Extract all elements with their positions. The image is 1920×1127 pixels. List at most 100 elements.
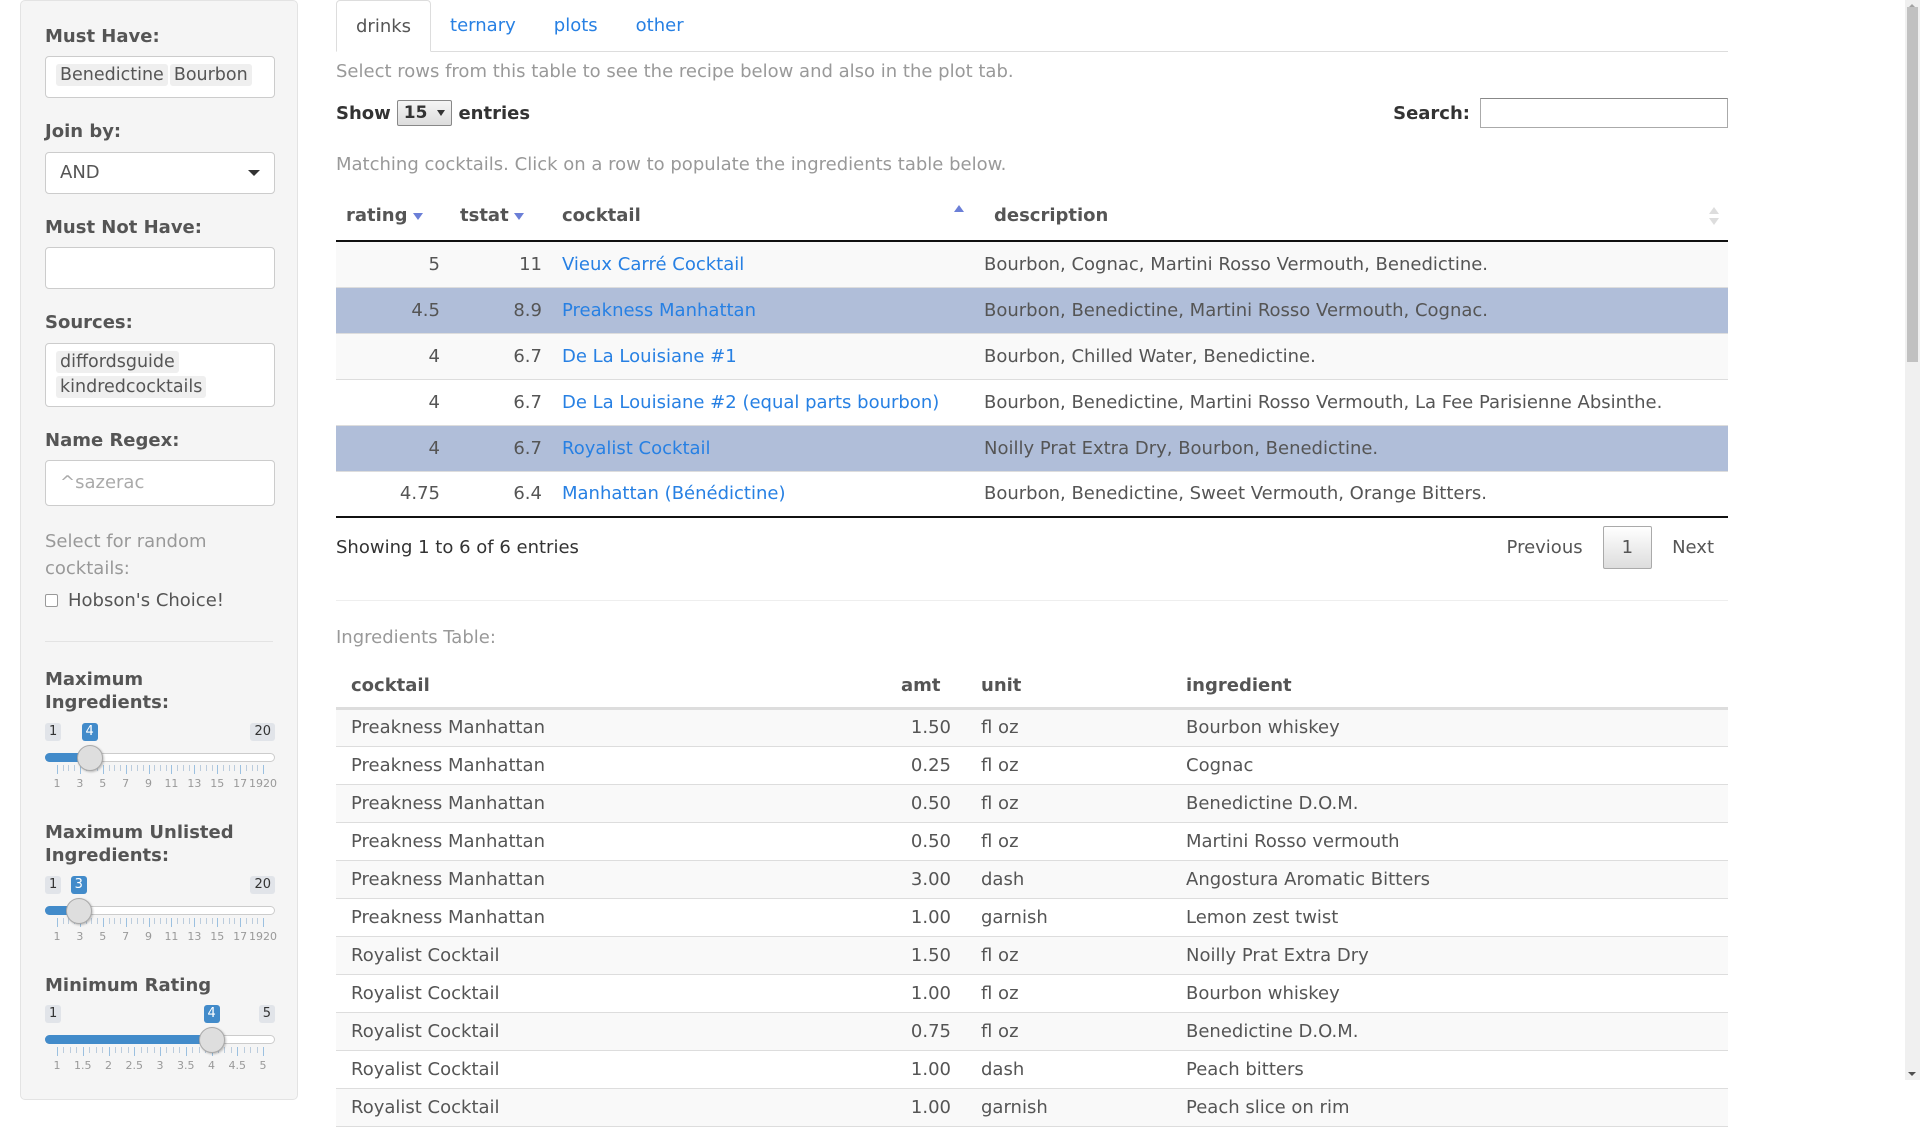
cell-rating: 4 <box>428 391 440 413</box>
slider-tick <box>137 764 139 771</box>
join-by-label: Join by: <box>45 121 122 143</box>
slider-tick <box>57 1046 58 1056</box>
cocktail-link[interactable]: De La Louisiane #1 <box>562 346 737 367</box>
col-unit-header: unit <box>966 664 1171 710</box>
slider-handle[interactable] <box>65 897 92 924</box>
slider-tick-label: 3 <box>76 929 84 943</box>
cocktail-link[interactable]: Vieux Carré Cocktail <box>562 254 744 275</box>
cocktail-link[interactable]: De La Louisiane #2 (equal parts bourbon) <box>562 392 939 413</box>
slider-tick <box>74 764 76 771</box>
cell-rating: 4.75 <box>336 470 450 518</box>
page-1-button[interactable]: 1 <box>1602 525 1653 569</box>
slider-tick <box>102 1046 104 1053</box>
cell-ingredient: Noilly Prat Extra Dry <box>1171 936 1728 975</box>
name-regex-input[interactable]: ^sazerac <box>45 459 275 506</box>
drinks-table-row[interactable]: 4 6.7 De La Louisiane #2 (equal parts bour… <box>336 378 1728 425</box>
cell-ingredient: Peach bitters <box>1171 1050 1728 1089</box>
slider-tick <box>224 1046 226 1053</box>
page-length-select[interactable]: 15 <box>396 100 453 126</box>
slider-handle[interactable] <box>198 1026 225 1053</box>
cell-unit: fl oz <box>966 974 1171 1013</box>
join-by-control: Join by: AND <box>45 120 275 194</box>
cell-cocktail: Preakness Manhattan <box>336 708 886 747</box>
cell-tstat: 8.9 <box>450 286 552 333</box>
slider-tick <box>154 917 156 924</box>
cell-amt: 1.50 <box>886 708 966 747</box>
tab-drinks[interactable]: drinks <box>336 0 432 52</box>
min-rating-slider[interactable]: 1 5 4 1 1.5 2 2.5 3 3.5 4 4.5 5 <box>45 1004 275 1081</box>
source-tag[interactable]: kindredcocktails <box>56 375 207 398</box>
source-tag[interactable]: diffordsguide <box>56 350 179 373</box>
slider-tick <box>256 1046 258 1053</box>
entries-label: entries <box>458 102 531 124</box>
cocktail-link[interactable]: Preakness Manhattan <box>562 300 756 321</box>
slider-handle[interactable] <box>76 744 103 771</box>
slider-tick <box>108 1046 110 1056</box>
tab-ternary[interactable]: ternary <box>431 0 535 51</box>
must-have-tag[interactable]: Benedictine <box>56 64 168 87</box>
slider-tick <box>102 917 104 927</box>
must-have-tag[interactable]: Bourbon <box>169 64 252 87</box>
must-not-have-control: Must Not Have: <box>45 216 275 290</box>
ingredients-caption: Ingredients Table: <box>336 627 496 648</box>
cell-tstat: 6.7 <box>450 424 552 471</box>
drinks-table-row[interactable]: 4.75 6.4 Manhattan (Bénédictine) Bourbon, B… <box>336 470 1728 518</box>
col-cocktail-header[interactable]: cocktail <box>552 191 974 242</box>
must-not-have-input[interactable] <box>45 247 275 290</box>
next-page-button[interactable]: Next <box>1658 529 1728 566</box>
col-cocktail-label: cocktail <box>562 205 641 226</box>
slider-tick <box>240 917 242 927</box>
slider-tick <box>243 1046 245 1053</box>
slider-tick <box>62 764 64 771</box>
slider-tick <box>188 764 190 771</box>
hobsons-choice-checkbox[interactable]: Hobson's Choice! <box>45 590 273 611</box>
cell-cocktail: Royalist Cocktail <box>552 424 974 471</box>
join-by-select[interactable]: AND <box>45 151 275 194</box>
cocktail-link[interactable]: Royalist Cocktail <box>562 438 711 459</box>
slider-tick-label: 11 <box>164 929 179 943</box>
slider-tick <box>131 917 133 924</box>
cell-cocktail: Manhattan (Bénédictine) <box>552 470 974 518</box>
scroll-down-arrow-icon[interactable] <box>1908 1072 1916 1076</box>
drinks-table-row[interactable]: 4 6.7 Royalist Cocktail Noilly Prat Extra D… <box>336 424 1728 471</box>
cell-amt: 0.75 <box>886 1012 966 1051</box>
slider-tick <box>182 764 184 771</box>
checkbox-icon[interactable] <box>45 593 58 607</box>
drinks-table-row[interactable]: 5 11 Vieux Carré Cocktail Bourbon, Cognac, … <box>336 240 1728 287</box>
slider-tick <box>172 1046 174 1053</box>
max-unlisted-control: Maximum Unlisted Ingredients: 1 20 3 1 3 5 7 9 1… <box>45 821 277 952</box>
col-tstat-label: tstat <box>460 205 509 226</box>
slider-tick <box>192 1046 194 1053</box>
col-description-header[interactable]: description <box>974 191 1728 242</box>
drinks-table-row[interactable]: 4 6.7 De La Louisiane #1 Bourbon, Chilled W… <box>336 332 1728 379</box>
slider-tick-label: 1.5 <box>74 1058 92 1072</box>
slider-tick <box>121 1046 123 1053</box>
cell-cocktail: Preakness Manhattan <box>336 746 886 785</box>
tab-other[interactable]: other <box>617 0 703 51</box>
max-unlisted-slider[interactable]: 1 20 3 1 3 5 7 9 11 13 15 17 1920 <box>45 875 277 952</box>
drinks-table: rating tstat cocktail description 5 11 Vie… <box>336 191 1728 518</box>
cell-tstat: 11 <box>450 240 552 287</box>
must-have-input[interactable]: Benedictine Bourbon <box>45 56 275 99</box>
scrollbar-thumb[interactable] <box>1907 7 1918 362</box>
slider-tick <box>194 764 196 774</box>
max-ingredients-slider[interactable]: 1 20 4 1 3 5 7 9 11 13 15 17 1920 <box>45 722 277 799</box>
cell-cocktail: De La Louisiane #2 (equal parts bourbon) <box>552 378 974 425</box>
cell-amt: 1.00 <box>886 898 966 937</box>
cocktail-link[interactable]: Manhattan (Bénédictine) <box>562 483 786 504</box>
tab-plots[interactable]: plots <box>535 0 617 51</box>
ingredients-table-row: Preakness Manhattan 0.50 fl oz Martini Ross… <box>336 822 1728 861</box>
slider-tick <box>171 917 173 927</box>
drinks-table-row[interactable]: 4.5 8.9 Preakness Manhattan Bourbon, Benedi… <box>336 286 1728 333</box>
slider-tick <box>234 764 236 771</box>
col-tstat-header[interactable]: tstat <box>450 191 552 242</box>
previous-page-button[interactable]: Previous <box>1493 529 1597 566</box>
page-scrollbar[interactable] <box>1905 0 1920 1080</box>
name-regex-placeholder: ^sazerac <box>60 472 145 494</box>
search-input[interactable] <box>1480 98 1728 128</box>
col-rating-header[interactable]: rating <box>336 191 450 242</box>
cell-tstat: 11 <box>519 253 542 275</box>
slider-tick <box>257 917 259 924</box>
slider-tick <box>69 1046 71 1053</box>
sources-input[interactable]: diffordsguide kindredcocktails <box>45 342 275 407</box>
